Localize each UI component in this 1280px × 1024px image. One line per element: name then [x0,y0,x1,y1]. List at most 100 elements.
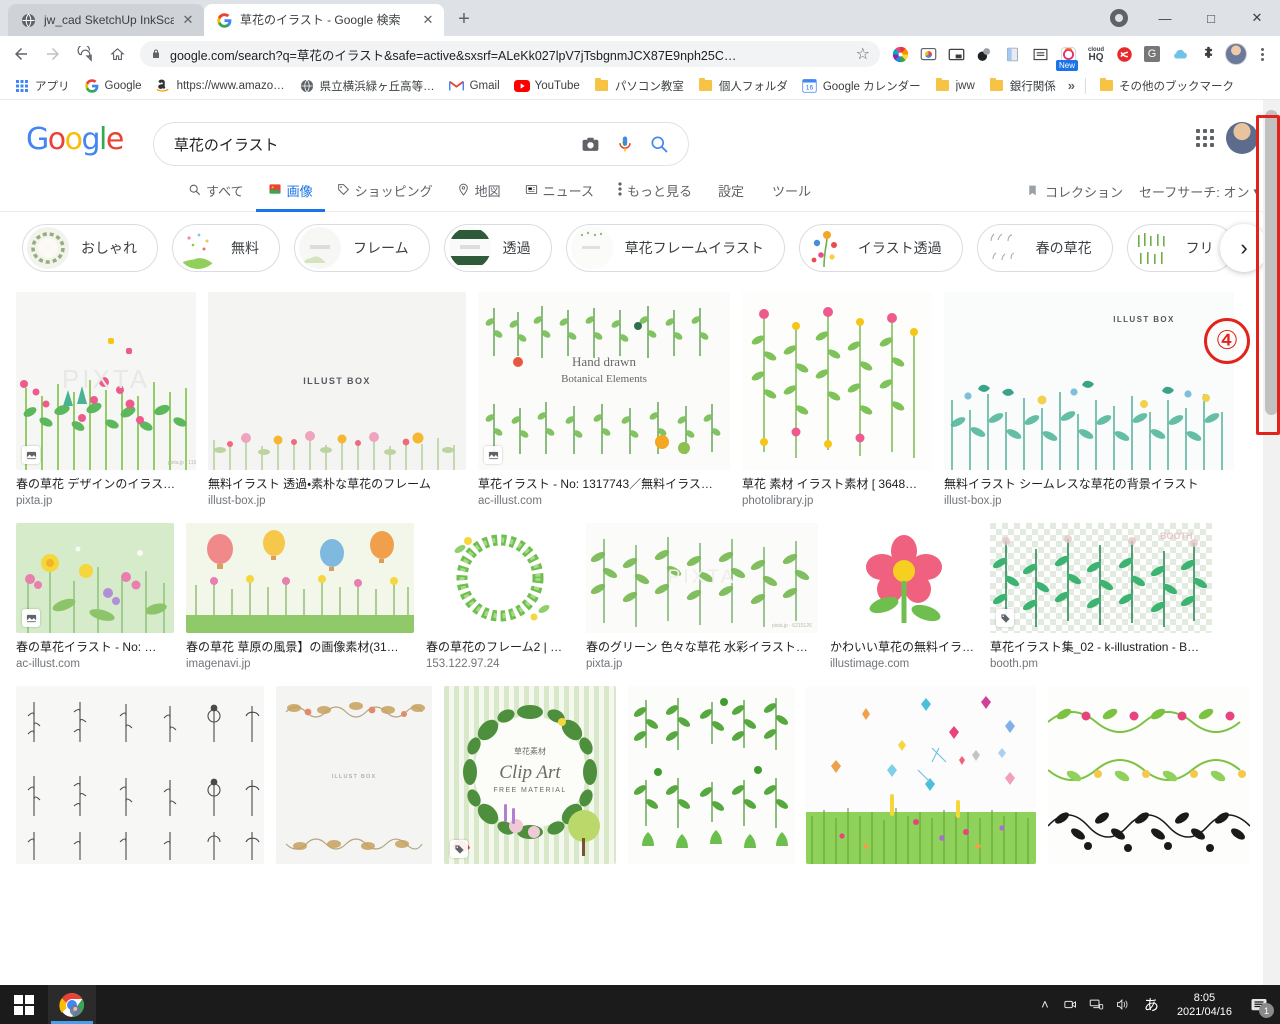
bookmark-bank[interactable]: 銀行関係 [983,76,1062,96]
result-item[interactable] [806,686,1036,864]
result-item[interactable]: ILLUST BOX 無料イラスト 透過・素朴な草花のフレーム illust-b… [208,292,466,509]
chip-illust-toka[interactable]: イラスト透過 [798,224,963,272]
result-thumbnail[interactable] [806,686,1036,864]
result-item[interactable]: 春の草花イラスト - No: … ac-illust.com [16,523,174,672]
result-item[interactable]: ILLUST BOX [944,292,1234,509]
result-title[interactable]: 草花イラスト - No: 1317743／無料イラス… [478,476,730,492]
result-thumbnail[interactable]: ILLUST BOX [944,292,1234,470]
result-thumbnail[interactable]: ILLUST BOX [276,686,432,864]
tab-maps[interactable]: 地図 [445,172,513,212]
network-icon[interactable] [1084,985,1110,1024]
tab-images[interactable]: 画像 [256,172,325,212]
result-item[interactable]: PIXTA pixta.jp - 6215126 春のグリーン 色々な草花 水彩… [586,523,818,672]
chip-frame[interactable]: フレーム [294,224,430,272]
tab-more[interactable]: もっと見る [606,172,704,212]
reload-icon[interactable] [70,39,100,69]
chip-free[interactable]: フリ [1126,224,1235,272]
result-item[interactable] [1048,686,1250,864]
red-block-icon[interactable] [1110,40,1138,68]
browser-tab-inactive[interactable]: jw_cad SketchUp InkScape Gimp( ✕ [8,4,204,36]
chip-oshare[interactable]: おしゃれ [22,224,158,272]
google-logo[interactable]: Google [26,122,124,157]
result-title[interactable]: 春の草花のフレーム2 | … [426,639,574,655]
search-box[interactable]: 草花のイラスト [152,122,689,166]
bookmark-star-icon[interactable]: ☆ [856,44,870,64]
close-icon[interactable]: ✕ [180,12,196,28]
minimize-button[interactable]: — [1142,2,1188,34]
volume-icon[interactable] [1110,985,1136,1024]
result-title[interactable]: 春のグリーン 色々な草花 水彩イラスト… [586,639,818,655]
bookmark-personal-folder[interactable]: 個人フォルダ [692,76,794,96]
result-title[interactable]: 草花イラスト集_02 - k-illustration - B… [990,639,1212,655]
camera-search-icon[interactable] [578,135,604,154]
result-item[interactable]: 草花素材 Clip Art FREE MATERIAL [444,686,616,864]
search-icon[interactable] [646,134,672,154]
show-hidden-icons-caret[interactable]: ˄ [1032,985,1058,1024]
bookmark-google[interactable]: Google [78,76,148,96]
kebab-menu-icon[interactable] [1250,47,1274,61]
result-item[interactable]: 春の草花のフレーム2 | … 153.122.97.24 [426,523,574,672]
bookmark-jww[interactable]: jww [929,76,981,96]
notification-icon[interactable]: 1 [1242,985,1276,1024]
result-thumbnail[interactable]: PIXTA pixta.jp - 6215126 [586,523,818,633]
black-circles-icon[interactable] [970,40,998,68]
result-thumbnail[interactable] [16,686,264,864]
chip-toka[interactable]: 透過 [443,224,552,272]
result-item[interactable] [628,686,794,864]
maximize-button[interactable]: □ [1188,2,1234,34]
address-bar[interactable]: google.com/search?q=草花のイラスト&safe=active&… [140,41,880,67]
windows-start-icon[interactable] [0,985,48,1024]
result-title[interactable]: かわいい草花の無料イラ… [830,639,978,655]
back-icon[interactable] [6,39,36,69]
result-title[interactable]: 無料イラスト 透過・素朴な草花のフレーム [208,476,466,492]
grammarly-g-icon[interactable]: G [1138,40,1166,68]
scrollbar-thumb[interactable] [1265,110,1278,415]
settings-link[interactable]: 設定 [704,172,758,212]
tab-all[interactable]: すべて [176,172,256,212]
forward-icon[interactable] [38,39,68,69]
search-input[interactable]: 草花のイラスト [174,134,570,155]
result-thumbnail[interactable] [628,686,794,864]
close-window-button[interactable]: ✕ [1234,2,1280,34]
screen-capture-icon[interactable] [942,40,970,68]
color-wheel-icon[interactable] [886,40,914,68]
result-thumbnail[interactable] [742,292,932,470]
result-title[interactable]: 春の草花イラスト - No: … [16,639,174,655]
chip-kusabana-frame[interactable]: 草花フレームイラスト [565,224,785,272]
result-title[interactable]: 草花 素材 イラスト素材 [ 3648… [742,476,932,492]
tab-shopping[interactable]: ショッピング [325,172,445,212]
chrome-taskbar-icon[interactable] [48,985,96,1024]
result-thumbnail[interactable]: 草花素材 Clip Art FREE MATERIAL [444,686,616,864]
result-thumbnail[interactable] [426,523,574,633]
meet-camera-icon[interactable] [1058,985,1084,1024]
chrome-cast-icon[interactable] [914,40,942,68]
blue-book-icon[interactable] [998,40,1026,68]
result-thumbnail[interactable]: ILLUST BOX [208,292,466,470]
bookmark-apps[interactable]: アプリ [8,76,76,96]
result-title[interactable]: 春の草花 デザインのイラス… [16,476,196,492]
result-title[interactable]: 春の草花 草原の風景】の画像素材(31… [186,639,414,655]
result-item[interactable]: ILLUST BOX [276,686,432,864]
result-item[interactable]: PIXTA pixta.jp - 11966578 春の草花 デザインのイラス…… [16,292,196,509]
result-thumbnail[interactable]: PIXTA pixta.jp - 11966578 [16,292,196,470]
clock[interactable]: 8:05 2021/04/16 [1167,991,1242,1019]
microphone-icon[interactable] [612,134,638,154]
puzzle-extension-icon[interactable] [1194,40,1222,68]
result-item[interactable]: 草花 素材 イラスト素材 [ 3648… photolibrary.jp [742,292,932,509]
result-item[interactable]: Hand drawn Botanical Elements 草花イラスト - N… [478,292,730,509]
result-item[interactable]: 春の草花 草原の風景】の画像素材(31… imagenavi.jp [186,523,414,672]
chips-next-button[interactable]: › [1220,224,1268,272]
profile-avatar[interactable] [1222,40,1250,68]
result-item[interactable]: BOOTH 草花イラスト集_02 - k-illustration - B… b… [990,523,1212,672]
bookmark-other-bookmarks[interactable]: その他のブックマーク [1092,76,1240,96]
more-options-icon[interactable] [1096,2,1142,34]
google-apps-icon[interactable] [1196,129,1214,147]
onedrive-cloud-icon[interactable] [1166,40,1194,68]
ime-mode-indicator[interactable]: あ [1136,994,1167,1015]
collections-link[interactable]: コレクション [1026,182,1123,201]
close-icon[interactable]: ✕ [420,12,436,28]
result-thumbnail[interactable] [186,523,414,633]
list-icon[interactable] [1026,40,1054,68]
chip-haru-kusabana[interactable]: 春の草花 [976,224,1113,272]
result-item[interactable]: かわいい草花の無料イラ… illustimage.com [830,523,978,672]
